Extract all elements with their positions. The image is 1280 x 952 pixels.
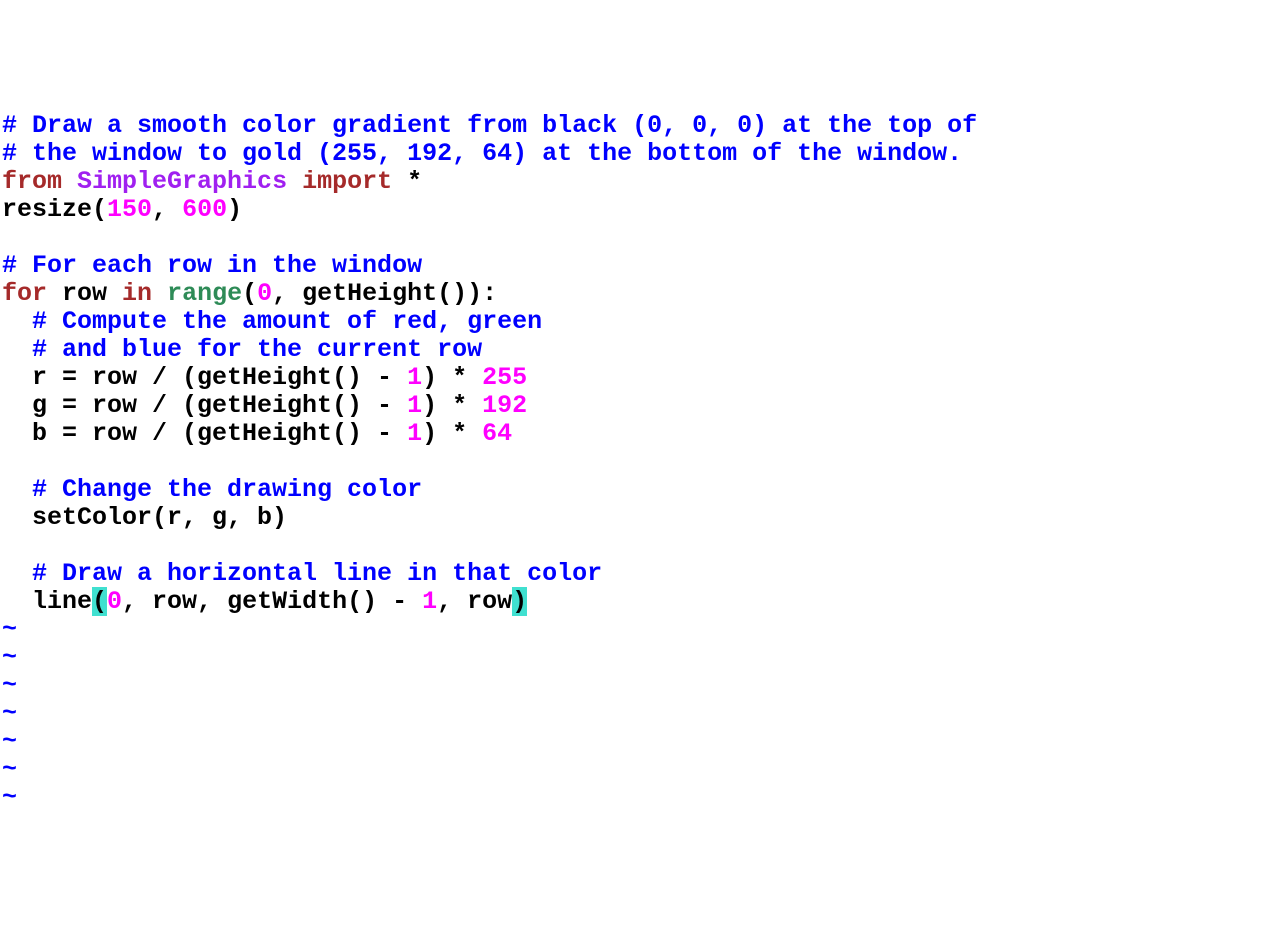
keyword-import: import	[302, 167, 392, 196]
code-line: r = row / (getHeight() - 1) * 255	[2, 364, 1278, 392]
code-line: line(0, row, getWidth() - 1, row)	[2, 588, 1278, 616]
bracket-match-open: (	[92, 587, 107, 616]
empty-line: ~	[2, 644, 1278, 672]
empty-line: ~	[2, 784, 1278, 812]
code-line: # Compute the amount of red, green	[2, 308, 1278, 336]
tilde-icon: ~	[2, 615, 17, 644]
call-setcolor: setColor(r, g, b)	[2, 503, 287, 532]
comment: # Draw a horizontal line in that color	[2, 559, 602, 588]
code-line: from SimpleGraphics import *	[2, 168, 1278, 196]
number: 1	[407, 391, 422, 420]
number: 1	[407, 363, 422, 392]
keyword-for: for	[2, 279, 47, 308]
code-line: # Draw a smooth color gradient from blac…	[2, 112, 1278, 140]
cursor-on-close-paren: )	[512, 587, 527, 616]
tilde-icon: ~	[2, 671, 17, 700]
number: 1	[407, 419, 422, 448]
number: 255	[482, 363, 527, 392]
code-line: # Draw a horizontal line in that color	[2, 560, 1278, 588]
code-line: # and blue for the current row	[2, 336, 1278, 364]
number: 1	[422, 587, 437, 616]
comment: # Compute the amount of red, green	[2, 307, 542, 336]
code-line: b = row / (getHeight() - 1) * 64	[2, 420, 1278, 448]
empty-line: ~	[2, 728, 1278, 756]
blank-line	[2, 532, 1278, 560]
code-editor[interactable]: # Draw a smooth color gradient from blac…	[2, 112, 1278, 812]
comment: # Draw a smooth color gradient from blac…	[2, 111, 977, 140]
keyword-in: in	[122, 279, 152, 308]
tilde-icon: ~	[2, 699, 17, 728]
blank-line	[2, 224, 1278, 252]
keyword-from: from	[2, 167, 62, 196]
comment: # and blue for the current row	[2, 335, 482, 364]
code-line: g = row / (getHeight() - 1) * 192	[2, 392, 1278, 420]
tilde-icon: ~	[2, 727, 17, 756]
number: 64	[482, 419, 512, 448]
number: 0	[107, 587, 122, 616]
code-line: setColor(r, g, b)	[2, 504, 1278, 532]
empty-line: ~	[2, 756, 1278, 784]
comment: # For each row in the window	[2, 251, 422, 280]
empty-line: ~	[2, 616, 1278, 644]
comment: # Change the drawing color	[2, 475, 422, 504]
code-line: # For each row in the window	[2, 252, 1278, 280]
empty-line: ~	[2, 672, 1278, 700]
builtin-range: range	[167, 279, 242, 308]
comment: # the window to gold (255, 192, 64) at t…	[2, 139, 962, 168]
call-resize: resize(	[2, 195, 107, 224]
number: 150	[107, 195, 152, 224]
code-line: # Change the drawing color	[2, 476, 1278, 504]
number: 192	[482, 391, 527, 420]
tilde-icon: ~	[2, 783, 17, 812]
number: 0	[257, 279, 272, 308]
tilde-icon: ~	[2, 643, 17, 672]
number: 600	[182, 195, 227, 224]
blank-line	[2, 448, 1278, 476]
code-line: # the window to gold (255, 192, 64) at t…	[2, 140, 1278, 168]
code-line: resize(150, 600)	[2, 196, 1278, 224]
code-line: for row in range(0, getHeight()):	[2, 280, 1278, 308]
tilde-icon: ~	[2, 755, 17, 784]
empty-line: ~	[2, 700, 1278, 728]
module-name: SimpleGraphics	[77, 167, 287, 196]
